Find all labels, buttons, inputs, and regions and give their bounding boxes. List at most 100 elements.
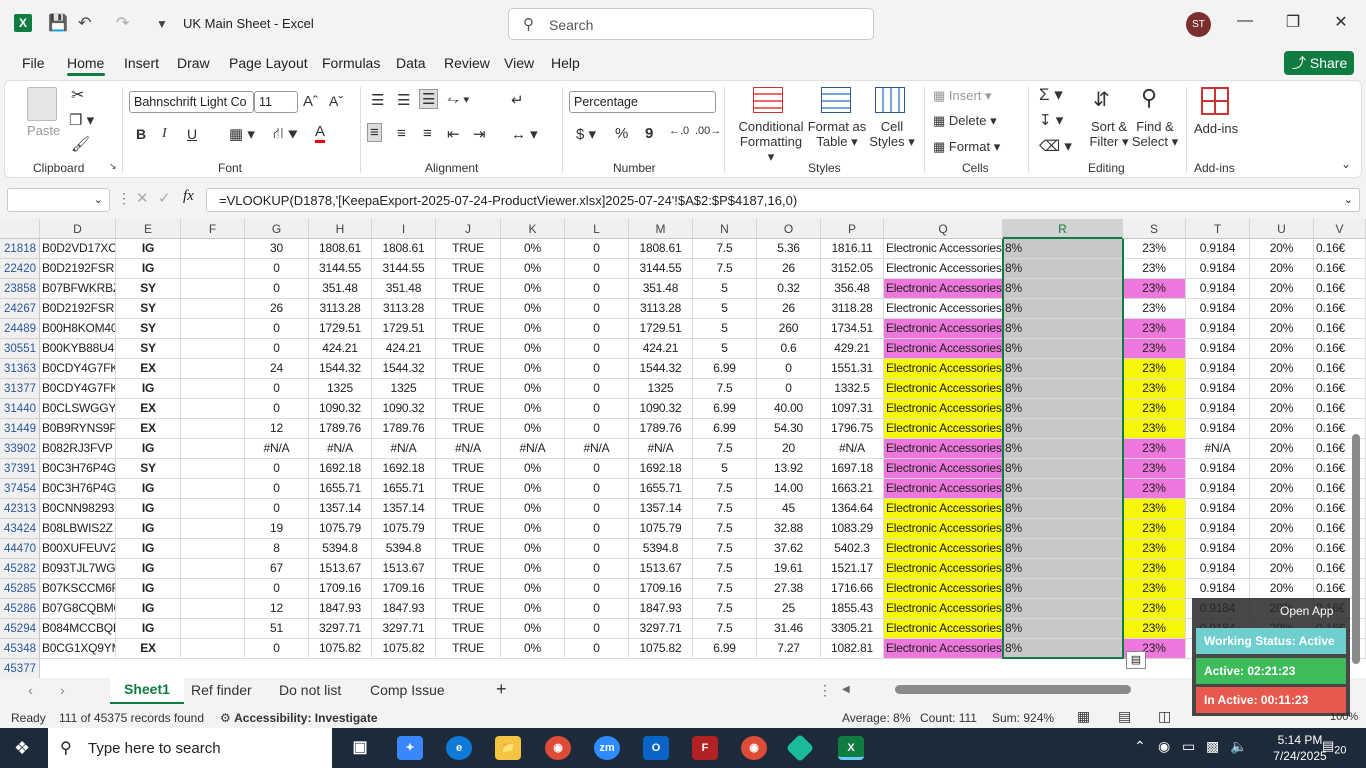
table-cell[interactable] xyxy=(181,559,245,579)
table-cell[interactable]: 5 xyxy=(693,299,757,319)
table-cell[interactable]: 1075.79 xyxy=(309,519,372,539)
table-cell[interactable]: 8% xyxy=(1003,479,1123,499)
table-cell[interactable] xyxy=(181,419,245,439)
fill-icon[interactable]: ↧ ▾ xyxy=(1039,111,1063,129)
table-cell[interactable]: Electronic Accessories xyxy=(884,499,1003,519)
row-header[interactable]: 31449 xyxy=(0,419,40,439)
table-cell[interactable]: SY xyxy=(116,319,181,339)
table-cell[interactable]: 1808.61 xyxy=(372,239,436,259)
row-header[interactable]: 31377 xyxy=(0,379,40,399)
table-cell[interactable]: 8% xyxy=(1003,279,1123,299)
scroll-left-icon[interactable]: ◀ xyxy=(842,684,850,695)
decrease-indent-icon[interactable]: ⇤ xyxy=(447,125,460,143)
table-cell[interactable]: 1513.67 xyxy=(309,559,372,579)
table-cell[interactable]: 1544.32 xyxy=(309,359,372,379)
expand-formula-icon[interactable]: ⌄ xyxy=(1344,193,1353,206)
table-cell[interactable]: 1544.32 xyxy=(629,359,693,379)
table-cell[interactable]: 429.21 xyxy=(821,339,884,359)
chrome-icon[interactable]: ◉ xyxy=(545,736,571,760)
row-header[interactable]: 45282 xyxy=(0,559,40,579)
table-cell[interactable]: 0.9184 xyxy=(1186,259,1250,279)
sheet-tab-comp-issue[interactable]: Comp Issue xyxy=(370,682,445,698)
table-cell[interactable]: 67 xyxy=(245,559,309,579)
table-cell[interactable]: 20% xyxy=(1250,479,1314,499)
align-top-icon[interactable]: ☰ xyxy=(371,91,384,109)
column-header-p[interactable]: P xyxy=(821,219,884,239)
table-cell[interactable] xyxy=(181,379,245,399)
decrease-font-icon[interactable]: Aˇ xyxy=(329,93,343,109)
paste-button[interactable]: Paste xyxy=(27,123,60,138)
table-cell[interactable]: 0 xyxy=(565,639,629,659)
table-cell[interactable]: 1544.32 xyxy=(372,359,436,379)
table-cell[interactable]: Electronic Accessories xyxy=(884,259,1003,279)
open-app-button[interactable]: Open App xyxy=(1280,604,1333,618)
table-cell[interactable]: Electronic Accessories xyxy=(884,239,1003,259)
table-cell[interactable]: TRUE xyxy=(436,279,501,299)
row-header[interactable]: 24267 xyxy=(0,299,40,319)
row-header[interactable]: 23858 xyxy=(0,279,40,299)
table-cell[interactable]: 5394.8 xyxy=(372,539,436,559)
table-cell[interactable]: 20% xyxy=(1250,579,1314,599)
table-cell[interactable]: 0.9184 xyxy=(1186,459,1250,479)
row-header[interactable]: 44470 xyxy=(0,539,40,559)
table-cell[interactable]: 23% xyxy=(1123,419,1186,439)
column-header-q[interactable]: Q xyxy=(884,219,1003,239)
table-cell[interactable] xyxy=(181,239,245,259)
table-cell[interactable]: 1847.93 xyxy=(629,599,693,619)
table-cell[interactable]: 1075.79 xyxy=(372,519,436,539)
table-cell[interactable]: 1729.51 xyxy=(629,319,693,339)
table-cell[interactable]: IG xyxy=(116,259,181,279)
file-explorer-icon[interactable]: 📁 xyxy=(495,736,521,760)
table-cell[interactable]: TRUE xyxy=(436,539,501,559)
table-cell[interactable]: 0% xyxy=(501,539,565,559)
column-header-o[interactable]: O xyxy=(757,219,821,239)
table-cell[interactable]: 7.5 xyxy=(693,439,757,459)
taskbar-search[interactable]: ⚲ Type here to search xyxy=(48,728,332,768)
table-cell[interactable] xyxy=(181,319,245,339)
table-cell[interactable]: 12 xyxy=(245,599,309,619)
row-header[interactable]: 37391 xyxy=(0,459,40,479)
table-cell[interactable]: 260 xyxy=(757,319,821,339)
format-cells-button[interactable]: ▦ Format ▾ xyxy=(933,139,1000,155)
table-cell[interactable]: 0 xyxy=(245,399,309,419)
table-cell[interactable]: 5394.8 xyxy=(309,539,372,559)
table-cell[interactable]: 5394.8 xyxy=(629,539,693,559)
table-cell[interactable]: 1789.76 xyxy=(372,419,436,439)
table-cell[interactable]: 0 xyxy=(565,479,629,499)
table-cell[interactable]: 424.21 xyxy=(372,339,436,359)
table-cell[interactable]: 20% xyxy=(1250,539,1314,559)
table-cell[interactable]: 1655.71 xyxy=(372,479,436,499)
table-cell[interactable]: 0.9184 xyxy=(1186,299,1250,319)
search-input[interactable]: ⚲ Search xyxy=(508,8,874,40)
table-cell[interactable]: #N/A xyxy=(309,439,372,459)
table-cell[interactable]: 0 xyxy=(245,479,309,499)
table-cell[interactable]: 0.9184 xyxy=(1186,319,1250,339)
row-header[interactable]: 24489 xyxy=(0,319,40,339)
table-cell[interactable]: SY xyxy=(116,459,181,479)
filezilla-icon[interactable]: F xyxy=(692,736,718,760)
table-cell[interactable]: 351.48 xyxy=(629,279,693,299)
table-cell[interactable] xyxy=(181,539,245,559)
table-cell[interactable]: 3144.55 xyxy=(372,259,436,279)
table-cell[interactable]: 1789.76 xyxy=(629,419,693,439)
table-cell[interactable]: 8% xyxy=(1003,319,1123,339)
table-cell[interactable]: 1709.16 xyxy=(629,579,693,599)
table-cell[interactable]: 23% xyxy=(1123,299,1186,319)
table-cell[interactable]: 7.5 xyxy=(693,259,757,279)
table-cell[interactable]: 1075.82 xyxy=(629,639,693,659)
table-cell[interactable]: 1083.29 xyxy=(821,519,884,539)
table-cell[interactable]: 23% xyxy=(1123,519,1186,539)
row-header[interactable]: 45377 xyxy=(0,659,40,678)
table-cell[interactable]: 0% xyxy=(501,259,565,279)
align-middle-icon[interactable]: ☰ xyxy=(397,91,410,109)
table-cell[interactable]: 27.38 xyxy=(757,579,821,599)
table-cell[interactable]: 1663.21 xyxy=(821,479,884,499)
cut-icon[interactable]: ✂ xyxy=(71,85,84,105)
table-cell[interactable]: 1364.64 xyxy=(821,499,884,519)
table-cell[interactable]: 20% xyxy=(1250,399,1314,419)
table-cell[interactable] xyxy=(181,619,245,639)
align-left-icon[interactable]: ≡ xyxy=(367,123,382,142)
table-cell[interactable]: Electronic Accessories xyxy=(884,459,1003,479)
table-cell[interactable]: 0 xyxy=(565,519,629,539)
table-cell[interactable]: 8% xyxy=(1003,459,1123,479)
